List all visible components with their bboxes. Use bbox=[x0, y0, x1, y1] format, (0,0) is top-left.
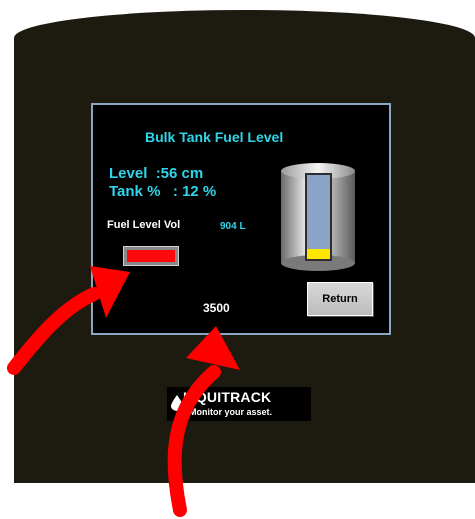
alarm-indicator[interactable] bbox=[123, 246, 179, 266]
liquitrack-logo: LIQUITRACK Monitor your asset. bbox=[167, 387, 311, 421]
tank-graphic bbox=[281, 163, 355, 271]
alarm-lamp bbox=[127, 250, 175, 262]
tank-fuel-fill bbox=[307, 249, 330, 259]
level-readout: Level :56 cm bbox=[109, 165, 204, 182]
screen-title: Bulk Tank Fuel Level bbox=[145, 129, 284, 145]
logo-tagline: Monitor your asset. bbox=[189, 407, 273, 417]
return-button[interactable]: Return bbox=[307, 282, 373, 316]
tank-percent-readout: Tank % : 12 % bbox=[109, 183, 217, 200]
logo-brand: LIQUITRACK bbox=[183, 389, 272, 405]
fuel-level-vol-value: 904 L bbox=[220, 221, 246, 232]
tank-empty-space bbox=[307, 175, 330, 259]
fuel-level-vol-label: Fuel Level Vol bbox=[107, 219, 181, 231]
hmi-screen: Bulk Tank Fuel Level Level :56 cm Tank %… bbox=[91, 103, 391, 335]
droplet-icon bbox=[171, 395, 183, 411]
setpoint-value[interactable]: 3500 bbox=[203, 301, 230, 315]
